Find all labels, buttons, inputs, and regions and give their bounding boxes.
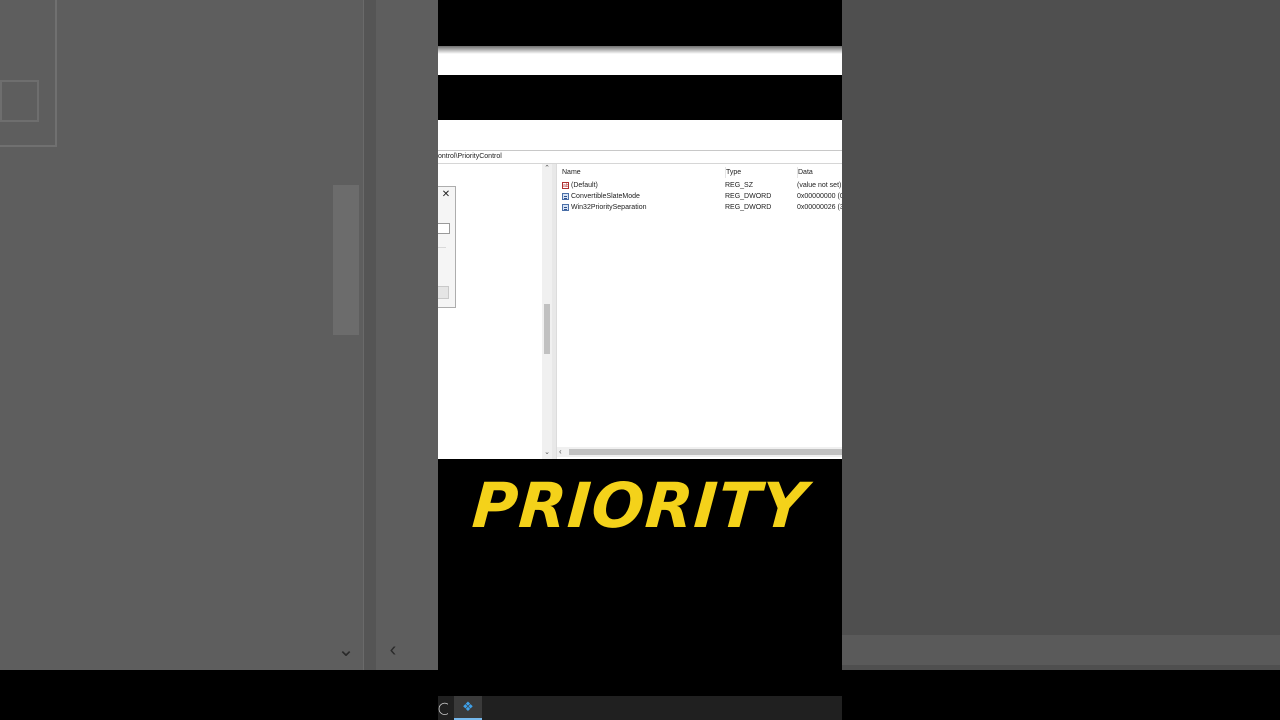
string-value-icon: ab — [562, 182, 569, 189]
background-divider — [363, 0, 376, 670]
value-name: ConvertibleSlateMode — [571, 193, 640, 200]
scroll-up-icon[interactable]: ⌃ — [542, 164, 552, 174]
chevron-down-icon: ⌄ — [337, 639, 355, 661]
scroll-thumb[interactable] — [544, 304, 550, 354]
tree-scrollbar[interactable]: ⌃ ⌄ — [542, 164, 552, 459]
taskbar-app-icon[interactable]: ◯ — [438, 700, 448, 716]
value-type: REG_SZ — [725, 182, 754, 189]
address-bar[interactable]: ontrol\PriorityControl — [438, 151, 842, 164]
dialog-fragment: ✕ — [438, 186, 456, 308]
background-scrollbar — [842, 635, 1280, 665]
background-panel — [0, 0, 57, 147]
window-titlebar — [438, 120, 842, 150]
list-item[interactable]: Win32PrioritySeparation REG_DWORD 0x0000… — [557, 202, 842, 213]
background-button — [0, 80, 39, 122]
dialog-field[interactable] — [438, 223, 450, 234]
video-frame: ontrol\PriorityControl ✕ ⌃ ⌄ Name Type D… — [438, 0, 842, 696]
list-item[interactable]: ConvertibleSlateMode REG_DWORD 0x0000000… — [557, 191, 842, 202]
column-header-data[interactable]: Data — [797, 167, 842, 178]
background-left: ⌄ ‹ — [0, 0, 438, 670]
values-pane: Name Type Data ab (Default) REG_SZ (valu… — [556, 164, 842, 459]
value-data: (value not set) — [797, 182, 842, 189]
dialog-button[interactable] — [438, 286, 449, 299]
value-type: REG_DWORD — [725, 193, 772, 200]
horizontal-scrollbar[interactable]: ‹ — [557, 447, 842, 457]
tree-pane[interactable]: ✕ — [438, 164, 542, 459]
dword-value-icon — [562, 193, 569, 200]
value-data: 0x00000026 (38) — [797, 204, 842, 211]
taskbar: ◯ ❖ — [438, 696, 842, 720]
value-data: 0x00000000 (0) — [797, 193, 842, 200]
scroll-thumb[interactable] — [569, 449, 842, 455]
registry-editor-window: ontrol\PriorityControl ✕ ⌃ ⌄ Name Type D… — [438, 150, 842, 459]
scroll-left-icon[interactable]: ‹ — [559, 447, 567, 457]
list-item[interactable]: ab (Default) REG_SZ (value not set) — [557, 180, 842, 191]
background-right — [842, 0, 1280, 670]
scroll-down-icon[interactable]: ⌄ — [542, 448, 552, 458]
white-band — [438, 46, 842, 75]
registry-editor-icon[interactable]: ❖ — [454, 696, 482, 720]
close-icon[interactable]: ✕ — [440, 189, 452, 201]
video-caption: PRIORITY — [469, 469, 811, 542]
dword-value-icon — [562, 204, 569, 211]
background-scroll-thumb — [333, 185, 359, 335]
dialog-separator — [438, 247, 446, 248]
chevron-left-icon: ‹ — [389, 639, 397, 661]
value-type: REG_DWORD — [725, 204, 772, 211]
column-header-type[interactable]: Type — [725, 167, 796, 178]
value-name: Win32PrioritySeparation — [571, 204, 647, 211]
column-header-name[interactable]: Name — [562, 167, 722, 178]
value-name: (Default) — [571, 182, 598, 189]
